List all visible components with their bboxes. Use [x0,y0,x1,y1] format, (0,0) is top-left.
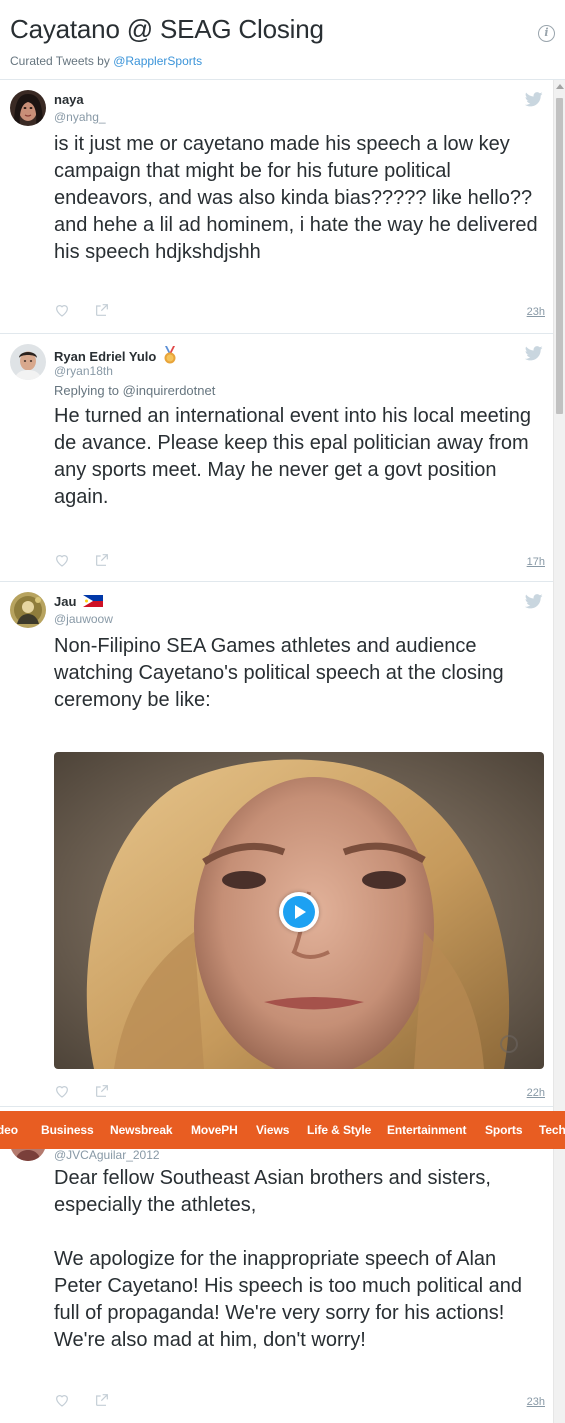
nav-item-newsbreak[interactable]: Newsbreak [110,1111,173,1149]
author-name: Ryan Edriel Yulo [54,346,178,364]
reply-context[interactable]: Replying to @inquirerdotnet [54,383,215,398]
like-icon[interactable] [54,1083,70,1099]
share-icon[interactable] [94,552,110,568]
nav-item-moveph[interactable]: MovePH [191,1111,238,1149]
avatar[interactable] [10,344,46,380]
tweet-timeline[interactable]: naya @nyahg_ is it just me or cayetano m… [0,80,553,1423]
author-handle[interactable]: @JVCAguilar_2012 [54,1148,160,1162]
avatar[interactable] [10,90,46,126]
tweet[interactable]: Ryan Edriel Yulo @ryan18th Replying to @… [0,334,553,582]
timeline-title: Cayatano @ SEAG Closing [10,14,324,44]
tweet-timestamp[interactable]: 23h [527,1396,545,1408]
author-name-text[interactable]: Jau [54,594,76,609]
nav-item-life-style[interactable]: Life & Style [307,1111,371,1149]
widget-header: Cayatano @ SEAG Closing Curated Tweets b… [0,0,565,80]
tweet[interactable]: Jau @jauwoow Non-Filipino SEA Games athl… [0,582,553,1107]
nav-item-business[interactable]: Business [41,1111,94,1149]
play-icon [283,896,315,928]
author-name: Jau [54,594,104,609]
avatar[interactable] [10,592,46,628]
share-icon[interactable] [94,1083,110,1099]
scrollbar-thumb[interactable] [556,98,563,414]
share-icon[interactable] [94,302,110,318]
nav-item-tech[interactable]: Tech [539,1111,565,1149]
curator-link[interactable]: @RapplerSports [113,54,202,68]
author-handle[interactable]: @ryan18th [54,364,113,378]
tweet-text: Dear fellow Southeast Asian brothers and… [54,1167,523,1351]
like-icon[interactable] [54,1392,70,1408]
medal-icon [164,346,176,364]
tweet[interactable]: @JVCAguilar_2012 Dear fellow Southeast A… [0,1107,553,1423]
tweet-text: Non-Filipino SEA Games athletes and audi… [54,635,504,711]
video-thumbnail[interactable] [54,752,544,1069]
twitter-bird-icon[interactable] [525,594,543,609]
like-icon[interactable] [54,302,70,318]
info-icon[interactable]: i [538,25,555,42]
author-handle[interactable]: @jauwoow [54,612,113,626]
philippine-flag-icon [83,595,104,607]
scrollbar[interactable] [553,80,565,1423]
tweet[interactable]: naya @nyahg_ is it just me or cayetano m… [0,80,553,334]
play-button[interactable] [279,892,319,932]
tweet-timestamp[interactable]: 23h [527,306,545,318]
nav-item-video[interactable]: Video [0,1111,18,1149]
like-icon[interactable] [54,552,70,568]
author-handle[interactable]: @nyahg_ [54,110,106,124]
scroll-up-arrow-icon[interactable] [556,84,564,89]
section-navbar: Video Business Newsbreak MovePH Views Li… [0,1111,565,1149]
tweet-timestamp[interactable]: 22h [527,1087,545,1099]
twitter-bird-icon[interactable] [525,92,543,107]
tweet-text: He turned an international event into hi… [54,405,531,508]
author-name[interactable]: naya [54,92,84,107]
curated-prefix: Curated Tweets by [10,54,110,68]
twitter-bird-icon[interactable] [525,346,543,361]
curated-by: Curated Tweets by @RapplerSports [10,54,202,68]
nav-item-entertainment[interactable]: Entertainment [387,1111,466,1149]
author-name-text[interactable]: Ryan Edriel Yulo [54,349,156,364]
tweet-timestamp[interactable]: 17h [527,556,545,568]
nav-item-views[interactable]: Views [256,1111,289,1149]
share-icon[interactable] [94,1392,110,1408]
nav-item-sports[interactable]: Sports [485,1111,523,1149]
tweet-text: is it just me or cayetano made his speec… [54,133,538,263]
